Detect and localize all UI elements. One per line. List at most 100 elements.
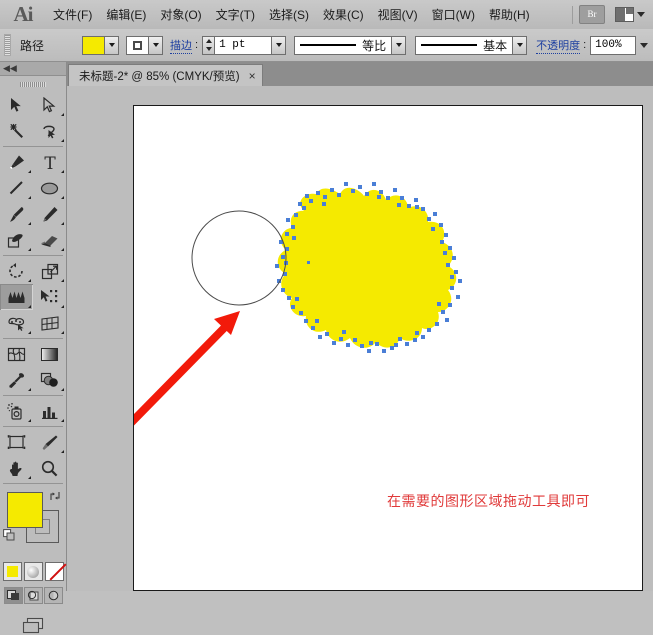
tools-panel-collapse-button[interactable]: ◀◀ (0, 62, 66, 76)
zoom-tool[interactable] (33, 455, 66, 481)
tool-flyout-indicator[interactable] (61, 388, 64, 391)
symbol-sprayer-tool[interactable] (0, 398, 33, 424)
tool-flyout-indicator[interactable] (61, 279, 64, 282)
brush-definition-body[interactable]: 基本 (415, 36, 513, 55)
stepper-down-icon[interactable] (206, 47, 212, 51)
selection-tool[interactable] (0, 92, 33, 118)
stroke-weight-label[interactable]: 描边 (170, 37, 192, 54)
fill-dropdown-button[interactable] (105, 36, 119, 55)
draw-inside-button[interactable] (44, 587, 63, 604)
tool-flyout-indicator[interactable] (61, 113, 64, 116)
menu-effect[interactable]: 效果(C) (316, 4, 371, 26)
stroke-swatch[interactable] (126, 36, 149, 55)
control-bar-overflow-icon[interactable] (640, 43, 648, 48)
hand-tool[interactable] (0, 455, 33, 481)
tool-flyout-indicator[interactable] (28, 196, 31, 199)
tool-flyout-indicator[interactable] (61, 248, 64, 251)
menu-select[interactable]: 选择(S) (262, 4, 316, 26)
shape-builder-tool[interactable] (0, 310, 33, 336)
tool-flyout-indicator[interactable] (28, 419, 31, 422)
tool-flyout-indicator[interactable] (28, 170, 31, 173)
tool-flyout-indicator[interactable] (61, 222, 64, 225)
tool-flyout-indicator[interactable] (28, 248, 31, 251)
fill-swatch[interactable] (82, 36, 105, 55)
menu-help[interactable]: 帮助(H) (482, 4, 537, 26)
brush-definition-control[interactable]: 基本 (415, 36, 527, 55)
tool-flyout-indicator[interactable] (61, 450, 64, 453)
stroke-color-control[interactable] (126, 36, 163, 55)
canvas-area[interactable]: 在需要的图形区域拖动工具即可 (67, 86, 653, 591)
tool-flyout-indicator[interactable] (61, 305, 64, 308)
gradient-mode-button[interactable] (24, 562, 43, 581)
default-fill-stroke-icon[interactable] (3, 529, 15, 541)
direct-selection-tool[interactable] (33, 92, 66, 118)
type-tool[interactable]: T (33, 149, 66, 175)
menu-window[interactable]: 窗口(W) (425, 4, 482, 26)
swap-fill-stroke-icon[interactable] (49, 490, 61, 502)
slice-tool[interactable] (33, 429, 66, 455)
screen-mode-button[interactable] (0, 616, 66, 635)
menu-edit[interactable]: 编辑(E) (99, 4, 153, 26)
brush-definition-dropdown-button[interactable] (513, 36, 527, 55)
tool-flyout-indicator[interactable] (28, 305, 31, 308)
none-mode-button[interactable] (45, 562, 64, 581)
tool-flyout-indicator[interactable] (28, 331, 31, 334)
lasso-tool[interactable] (33, 118, 66, 144)
bridge-button[interactable]: Br (579, 5, 605, 24)
draw-normal-button[interactable] (4, 587, 23, 604)
column-graph-tool[interactable] (33, 398, 66, 424)
stroke-weight-input[interactable]: 1 pt (214, 36, 272, 55)
document-tab[interactable]: 未标题-2* @ 85% (CMYK/预览) × (68, 64, 263, 86)
eyedropper-tool[interactable] (0, 367, 33, 393)
variable-width-profile-body[interactable]: 等比 (294, 36, 392, 55)
opacity-label[interactable]: 不透明度 (536, 37, 580, 54)
stepper-up-icon[interactable] (206, 39, 212, 43)
artboard[interactable]: 在需要的图形区域拖动工具即可 (133, 105, 643, 591)
color-mode-button[interactable] (3, 562, 22, 581)
close-icon[interactable]: × (249, 70, 256, 82)
opacity-input[interactable]: 100% (590, 36, 636, 55)
tool-flyout-indicator[interactable] (61, 139, 64, 142)
toolbar-fill-swatch[interactable] (7, 492, 43, 528)
tool-flyout-indicator[interactable] (28, 279, 31, 282)
tool-flyout-indicator[interactable] (61, 331, 64, 334)
paintbrush-tool[interactable] (0, 201, 33, 227)
scale-tool[interactable] (33, 258, 66, 284)
ellipse-tool[interactable] (33, 175, 66, 201)
tool-flyout-indicator[interactable] (61, 419, 64, 422)
tool-flyout-indicator[interactable] (61, 170, 64, 173)
stroke-weight-stepper[interactable] (202, 36, 214, 55)
control-bar-grip[interactable] (4, 34, 11, 56)
line-segment-tool[interactable] (0, 175, 33, 201)
tools-panel-grip[interactable] (0, 76, 66, 92)
rotate-tool[interactable] (0, 258, 33, 284)
artboard-tool[interactable] (0, 429, 33, 455)
tool-flyout-indicator[interactable] (28, 222, 31, 225)
stroke-dropdown-button[interactable] (149, 36, 163, 55)
variable-width-profile-dropdown-button[interactable] (392, 36, 406, 55)
blob-brush-tool[interactable] (0, 227, 33, 253)
menu-object[interactable]: 对象(O) (153, 4, 208, 26)
menu-type[interactable]: 文字(T) (209, 4, 262, 26)
variable-width-profile-control[interactable]: 等比 (294, 36, 406, 55)
gradient-tool[interactable] (33, 341, 66, 367)
tool-flyout-indicator[interactable] (28, 388, 31, 391)
menu-view[interactable]: 视图(V) (371, 4, 425, 26)
tool-flyout-indicator[interactable] (61, 196, 64, 199)
eraser-tool[interactable] (33, 227, 66, 253)
mesh-tool[interactable] (0, 341, 33, 367)
perspective-grid-tool[interactable] (33, 310, 66, 336)
menu-file[interactable]: 文件(F) (46, 4, 99, 26)
pencil-tool[interactable] (33, 201, 66, 227)
free-transform-tool[interactable] (33, 284, 66, 310)
tool-flyout-indicator[interactable] (28, 476, 31, 479)
fill-color-control[interactable] (82, 36, 119, 55)
draw-behind-button[interactable] (24, 587, 43, 604)
wrinkle-warp-tool[interactable] (0, 284, 33, 310)
stroke-weight-control[interactable]: 1 pt (202, 36, 286, 55)
magic-wand-tool[interactable] (0, 118, 33, 144)
pen-tool[interactable] (0, 149, 33, 175)
workspace-switcher[interactable] (615, 7, 645, 22)
stroke-weight-dropdown-button[interactable] (272, 36, 286, 55)
blend-tool[interactable] (33, 367, 66, 393)
